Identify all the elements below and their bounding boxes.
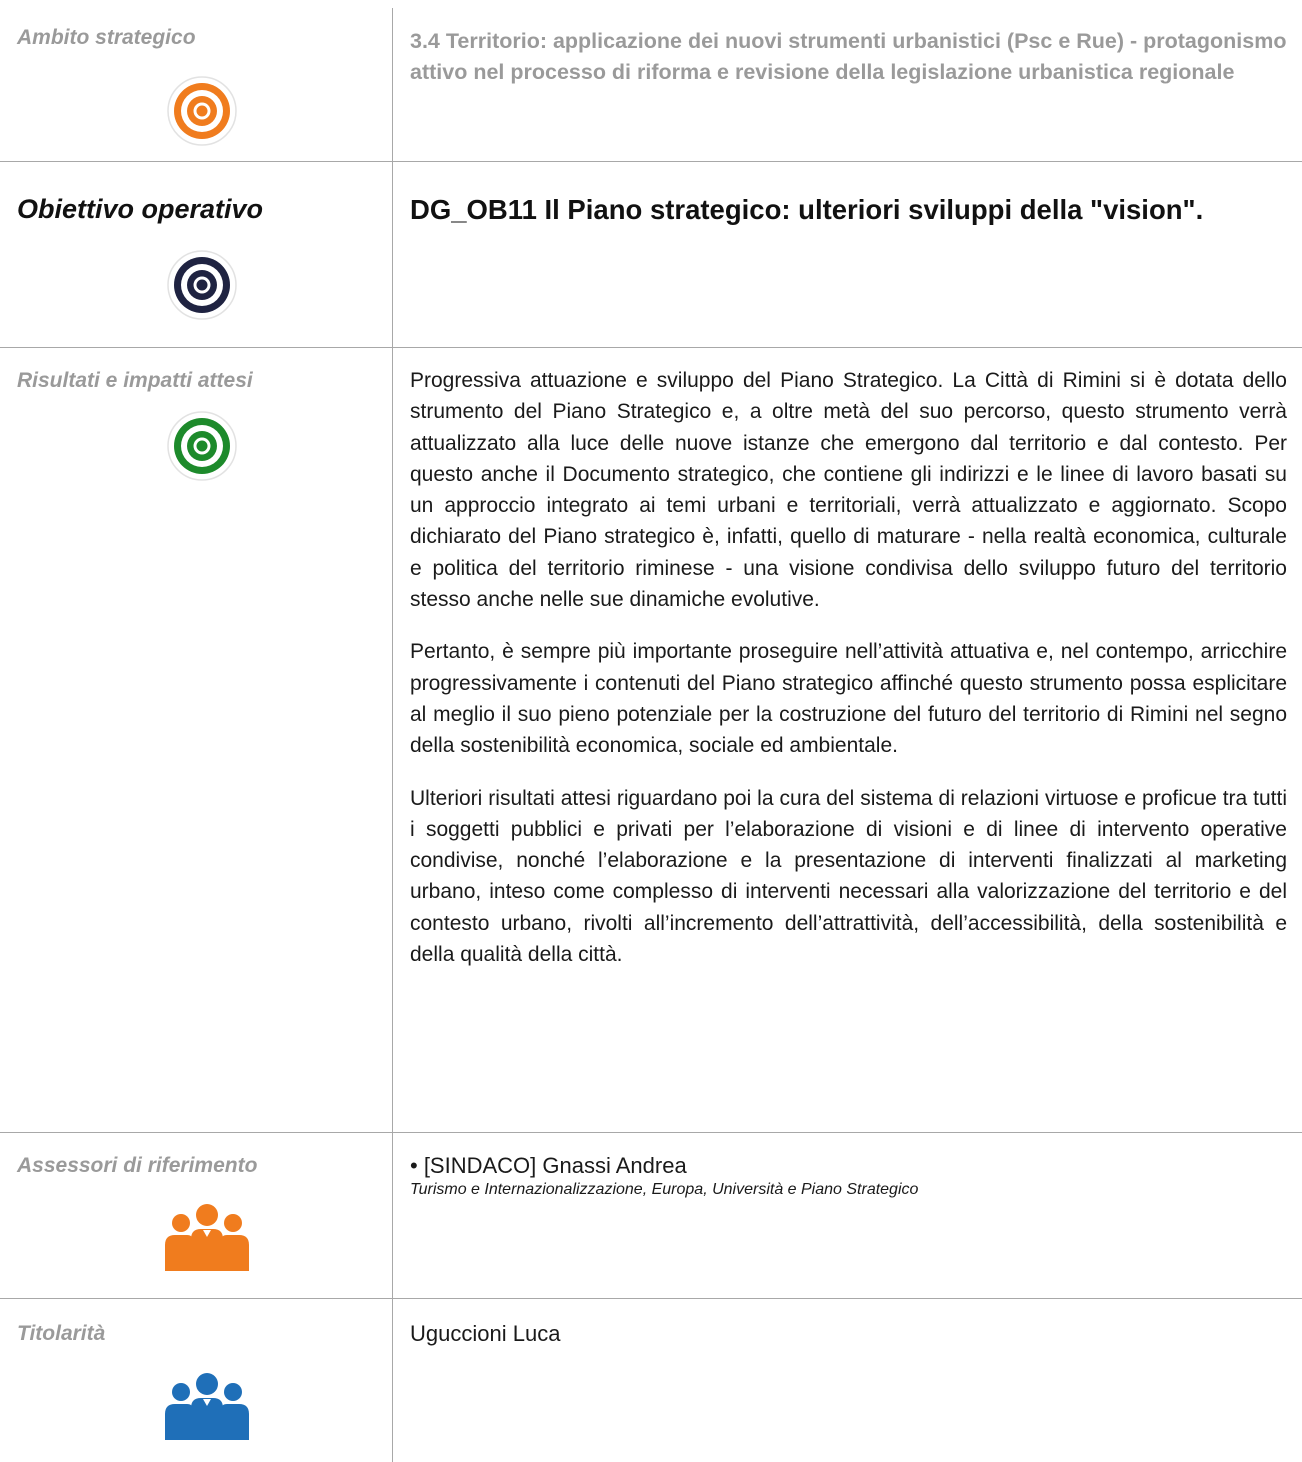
ambito-label: Ambito strategico [17, 26, 196, 49]
assessore-name: • [SINDACO] Gnassi Andrea [410, 1153, 687, 1178]
target-icon [167, 250, 237, 320]
obiettivo-content: DG_OB11 Il Piano strategico: ulteriori s… [410, 191, 1287, 229]
assessori-content: • [SINDACO] Gnassi Andrea Turismo e Inte… [410, 1153, 1287, 1201]
column-divider [392, 8, 393, 1462]
ambito-text: 3.4 Territorio: applicazione dei nuovi s… [410, 29, 1287, 84]
people-icon [165, 1373, 249, 1440]
titolarita-label: Titolarità [17, 1322, 106, 1345]
assessori-label: Assessori di riferimento [17, 1154, 258, 1177]
row-divider [0, 347, 1302, 348]
row-divider [0, 1132, 1302, 1133]
assessore-role: Turismo e Internazionalizzazione, Europa… [410, 1181, 919, 1198]
risultati-paragraph: Ulteriori risultati attesi riguardano po… [410, 786, 1287, 967]
risultati-content: Progressiva attuazione e sviluppo del Pi… [410, 365, 1287, 970]
people-icon [165, 1204, 249, 1271]
row-divider [0, 161, 1302, 162]
titolare-name: Uguccioni Luca [410, 1321, 561, 1346]
obiettivo-label: Obiettivo operativo [17, 194, 264, 224]
risultati-paragraph: Pertanto, è sempre più importante proseg… [410, 640, 1287, 758]
risultati-label: Risultati e impatti attesi [17, 369, 253, 392]
titolarita-content: Uguccioni Luca [410, 1321, 1287, 1347]
ambito-content: 3.4 Territorio: applicazione dei nuovi s… [410, 26, 1287, 88]
target-icon [167, 76, 237, 146]
risultati-paragraph: Progressiva attuazione e sviluppo del Pi… [410, 369, 1287, 612]
target-icon [167, 411, 237, 481]
obiettivo-title: DG_OB11 Il Piano strategico: ulteriori s… [410, 194, 1204, 225]
row-divider [0, 1298, 1302, 1299]
